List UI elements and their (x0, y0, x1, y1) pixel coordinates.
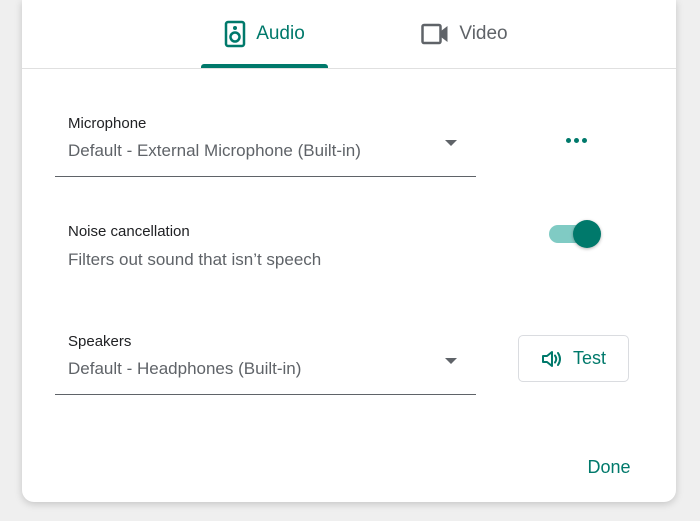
tab-bar: Audio Video (22, 0, 676, 69)
active-tab-indicator (201, 64, 328, 68)
test-button-label: Test (572, 348, 606, 368)
videocam-icon (421, 23, 449, 45)
dropdown-arrow-icon (445, 358, 457, 364)
done-button[interactable]: Done (574, 449, 644, 485)
toggle-thumb (573, 220, 601, 248)
tab-video-label: Video (459, 23, 508, 44)
microphone-select[interactable]: Microphone Default - External Microphone… (55, 108, 476, 177)
speakers-value: Default - Headphones (Built-in) (68, 359, 302, 378)
microphone-value: Default - External Microphone (Built-in) (68, 141, 361, 160)
noise-cancellation-toggle[interactable] (547, 219, 603, 249)
test-speakers-button[interactable]: Test (518, 335, 629, 382)
tab-audio[interactable]: Audio (202, 0, 327, 68)
volume-icon (541, 350, 563, 368)
audio-settings-dialog: Audio Video Microphone Default - Externa… (22, 0, 676, 502)
speaker-icon (224, 20, 246, 48)
microphone-label: Microphone (68, 115, 147, 132)
more-horiz-icon (565, 137, 587, 143)
speakers-label: Speakers (68, 333, 132, 350)
tab-video[interactable]: Video (412, 0, 517, 68)
speakers-select[interactable]: Speakers Default - Headphones (Built-in) (55, 326, 476, 395)
microphone-more-button[interactable] (558, 124, 594, 156)
dropdown-arrow-icon (445, 140, 457, 146)
noise-cancellation-description: Filters out sound that isn’t speech (68, 250, 322, 269)
noise-cancellation-title: Noise cancellation (68, 223, 190, 240)
tab-audio-label: Audio (256, 23, 305, 44)
done-button-label: Done (587, 456, 631, 477)
